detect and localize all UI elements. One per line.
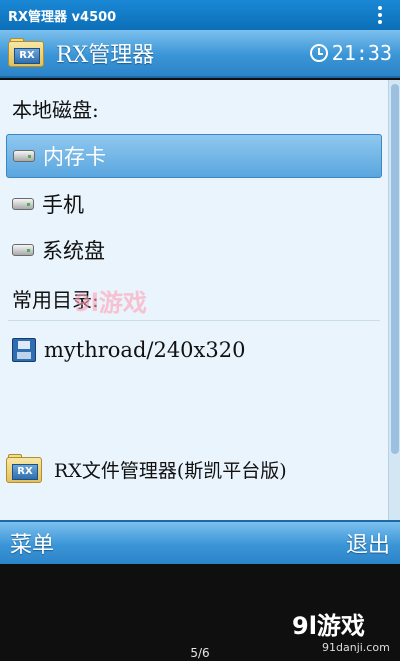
list-item-common-dir[interactable]: mythroad/240x320	[6, 328, 382, 372]
scrollbar-thumb[interactable]	[391, 84, 399, 454]
rx-folder-icon: RX	[8, 38, 46, 68]
list-item-label: 手机	[42, 193, 84, 217]
clock-icon	[309, 44, 328, 62]
app-title: RX管理器	[56, 43, 155, 68]
local-disks-heading: 本地磁盘:	[12, 98, 99, 122]
scrollbar[interactable]	[388, 80, 400, 520]
exit-softkey[interactable]: 退出	[346, 527, 390, 559]
status-title: RX管理器 v4500	[8, 9, 117, 25]
list-item-phone[interactable]: 手机	[6, 182, 382, 226]
drive-icon	[12, 244, 34, 256]
app-header: RX RX管理器 21:33	[0, 30, 400, 78]
watermark-logo: 9l游戏	[292, 612, 365, 640]
clock: 21:33	[309, 41, 392, 65]
list-item-memory-card[interactable]: 内存卡	[6, 134, 382, 178]
list-item-label: 内存卡	[43, 145, 106, 169]
app-info-line: RX RX文件管理器(斯凯平台版)	[6, 454, 287, 484]
app-info-label: RX文件管理器(斯凯平台版)	[54, 459, 287, 482]
file-list-panel: 本地磁盘: 内存卡 手机 系统盘 常用目录: mythroad/240x320 …	[0, 80, 400, 520]
list-item-system-disk[interactable]: 系统盘	[6, 228, 382, 272]
floppy-icon	[12, 338, 36, 362]
clock-time: 21:33	[331, 41, 392, 65]
softkey-bar: 菜单 退出	[0, 520, 400, 564]
menu-softkey[interactable]: 菜单	[10, 527, 54, 559]
divider	[8, 320, 380, 321]
drive-icon	[12, 198, 34, 210]
list-item-label: mythroad/240x320	[44, 338, 246, 362]
drive-icon	[13, 150, 35, 162]
page-counter: 5/6	[190, 646, 210, 660]
watermark-overlay: 9l游戏	[74, 289, 147, 317]
rx-folder-icon: RX	[6, 454, 44, 484]
status-bar: RX管理器 v4500	[0, 0, 400, 30]
list-item-label: 系统盘	[42, 239, 105, 263]
overflow-dots-icon[interactable]	[368, 6, 392, 24]
